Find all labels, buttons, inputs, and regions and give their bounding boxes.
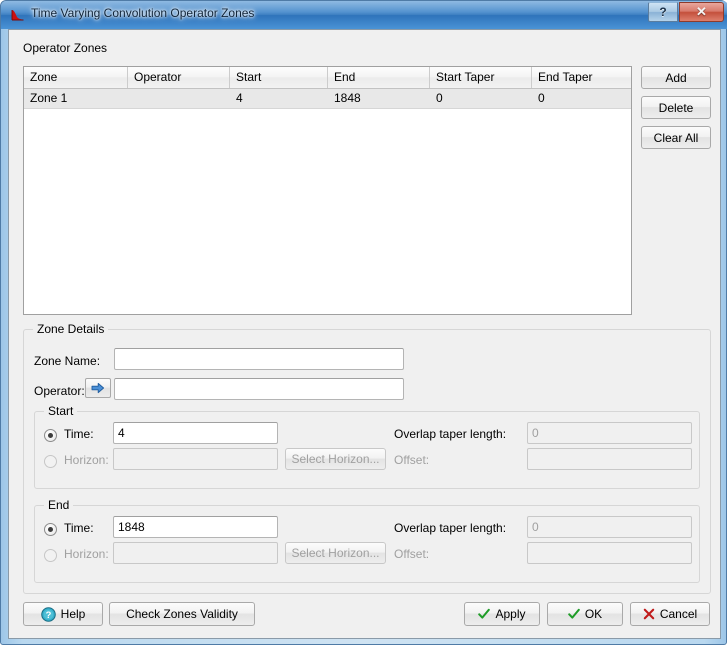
operator-zones-table[interactable]: Zone Operator Start End Start Taper End … (23, 66, 632, 315)
apply-button[interactable]: Apply (464, 602, 540, 626)
cell-operator (128, 89, 230, 108)
question-circle-icon: ? (40, 606, 56, 622)
check-icon (568, 608, 580, 619)
start-group-title: Start (44, 404, 78, 418)
end-overlap-label: Overlap taper length: (394, 521, 507, 535)
start-time-label: Time: (64, 427, 94, 441)
end-select-horizon-button[interactable]: Select Horizon... (285, 542, 386, 564)
clear-all-button[interactable]: Clear All (641, 126, 711, 149)
operator-browse-button[interactable] (85, 378, 111, 398)
cell-zone: Zone 1 (30, 91, 68, 105)
check-zones-validity-button[interactable]: Check Zones Validity (109, 602, 255, 626)
table-row[interactable]: Zone 1 4 1848 0 0 (24, 89, 631, 109)
end-offset-input[interactable] (527, 542, 692, 564)
end-overlap-input[interactable] (527, 516, 692, 538)
apply-button-label: Apply (495, 607, 526, 621)
start-horizon-input[interactable] (113, 448, 278, 470)
cell-end-taper: 0 (538, 91, 545, 105)
column-header-end-taper[interactable]: End Taper (532, 67, 631, 88)
titlebar-help-glyph: ? (659, 5, 667, 19)
end-horizon-input[interactable] (113, 542, 278, 564)
x-icon (643, 608, 655, 620)
start-offset-input[interactable] (527, 448, 692, 470)
start-horizon-radio[interactable] (44, 455, 57, 468)
dialog-client-area: Operator Zones Zone Operator Start End S… (8, 29, 721, 639)
check-icon (478, 608, 491, 619)
titlebar-help-button[interactable]: ? (648, 2, 678, 22)
column-header-end[interactable]: End (328, 67, 430, 88)
titlebar-close-button[interactable]: ✕ (679, 2, 724, 22)
dialog-window: Time Varying Convolution Operator Zones … (0, 0, 727, 645)
operator-label: Operator: (34, 384, 85, 398)
column-header-operator[interactable]: Operator (128, 67, 230, 88)
cell-start: 4 (236, 91, 243, 105)
close-icon: ✕ (696, 4, 707, 19)
delete-button[interactable]: Delete (641, 96, 711, 119)
end-time-input[interactable] (113, 516, 278, 538)
zone-name-input[interactable] (114, 348, 404, 370)
end-offset-label: Offset: (394, 547, 430, 561)
help-button[interactable]: ? Help (23, 602, 103, 626)
start-time-radio[interactable] (44, 429, 57, 442)
arrow-right-icon (91, 382, 105, 394)
window-title: Time Varying Convolution Operator Zones (31, 6, 255, 20)
zone-details-title: Zone Details (33, 322, 109, 336)
column-header-zone[interactable]: Zone (24, 67, 128, 88)
title-bar: Time Varying Convolution Operator Zones … (1, 1, 727, 29)
svg-text:?: ? (45, 610, 51, 620)
start-offset-label: Offset: (394, 453, 430, 467)
end-time-radio[interactable] (44, 523, 57, 536)
start-overlap-input[interactable] (527, 422, 692, 444)
zone-name-label: Zone Name: (34, 354, 101, 368)
add-button[interactable]: Add (641, 66, 711, 89)
operator-zones-label: Operator Zones (23, 41, 108, 55)
cell-end: 1848 (334, 91, 361, 105)
end-group-title: End (44, 498, 74, 512)
start-select-horizon-button[interactable]: Select Horizon... (285, 448, 386, 470)
help-button-label: Help (60, 607, 86, 621)
red-curve-chart-icon (11, 10, 24, 21)
start-overlap-label: Overlap taper length: (394, 427, 507, 441)
column-header-start-taper[interactable]: Start Taper (430, 67, 532, 88)
start-time-input[interactable] (113, 422, 278, 444)
start-horizon-label: Horizon: (64, 453, 109, 467)
end-horizon-label: Horizon: (64, 547, 109, 561)
cell-start-taper: 0 (436, 91, 443, 105)
end-horizon-radio[interactable] (44, 549, 57, 562)
ok-button[interactable]: OK (547, 602, 623, 626)
operator-input[interactable] (114, 378, 404, 400)
ok-button-label: OK (584, 607, 603, 621)
cancel-button-label: Cancel (659, 607, 698, 621)
table-header-row: Zone Operator Start End Start Taper End … (24, 67, 631, 89)
end-time-label: Time: (64, 521, 94, 535)
cancel-button[interactable]: Cancel (630, 602, 710, 626)
column-header-start[interactable]: Start (230, 67, 328, 88)
